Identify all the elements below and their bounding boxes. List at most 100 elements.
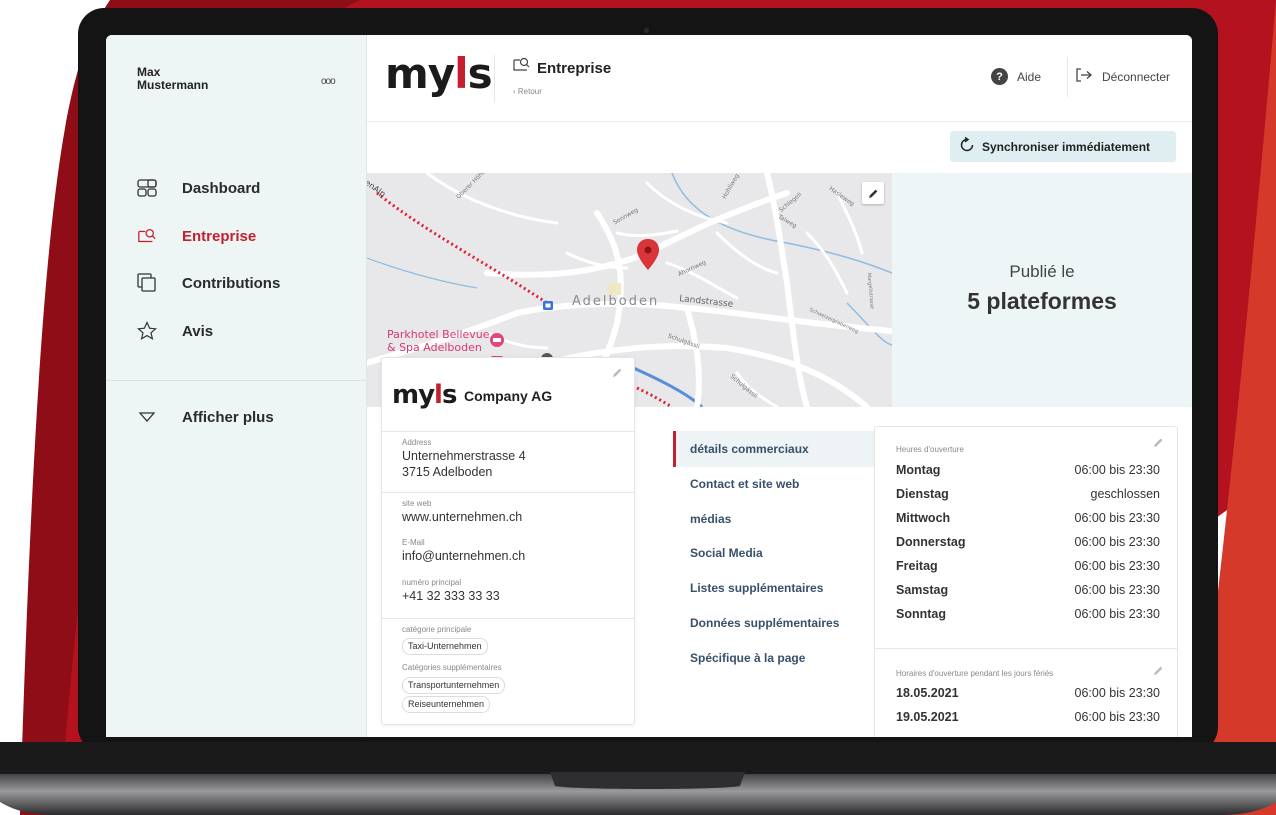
company-icon bbox=[513, 57, 531, 78]
sync-label: Synchroniser immédiatement bbox=[982, 139, 1151, 154]
opening-hours-card: Heures d'ouverture Montag 06:00 bis 23:3… bbox=[874, 426, 1178, 654]
tab-additional-lists[interactable]: Listes supplémentaires bbox=[690, 581, 823, 595]
hours-day: Samstag bbox=[896, 583, 949, 597]
hours-time: 06:00 bis 23:30 bbox=[1074, 607, 1161, 621]
logo-part-3: s bbox=[467, 49, 493, 98]
category-chip: Transportunternehmen bbox=[402, 677, 506, 694]
tab-contact-website[interactable]: Contact et site web bbox=[690, 477, 799, 491]
hours-day: Donnerstag bbox=[896, 535, 966, 549]
laptop-base bbox=[0, 742, 1276, 815]
chevron-down-icon bbox=[137, 407, 157, 427]
header-divider bbox=[1067, 57, 1068, 97]
tab-page-specific[interactable]: Spécifique à la page bbox=[690, 651, 805, 665]
page-title: Entreprise bbox=[537, 60, 612, 77]
address-label: Address bbox=[402, 438, 432, 447]
category-chip: Reiseunternehmen bbox=[402, 696, 491, 713]
top-header: myls Entreprise ‹ Retour ? Aide Déconnec… bbox=[367, 35, 1192, 122]
edit-hours-icon[interactable] bbox=[1153, 435, 1164, 453]
map-poi-label-2: & Spa Adelboden bbox=[387, 341, 482, 354]
logout-icon bbox=[1076, 68, 1092, 85]
company-card: myls Company AG Address Unternehmerstras… bbox=[381, 357, 635, 725]
user-name[interactable]: Max Mustermann bbox=[137, 66, 257, 92]
edit-map-button[interactable] bbox=[862, 182, 884, 204]
sidebar-item-dashboard[interactable]: Dashboard bbox=[137, 176, 260, 200]
main-category-label: catégorie principale bbox=[402, 625, 472, 634]
hours-time: 06:00 bis 23:30 bbox=[1074, 463, 1161, 477]
hours-day: Sonntag bbox=[896, 607, 946, 621]
star-icon bbox=[137, 321, 157, 341]
sidebar-item-label: Dashboard bbox=[182, 179, 261, 197]
logout-button[interactable]: Déconnecter bbox=[1076, 68, 1170, 85]
company-card-header: myls Company AG bbox=[382, 358, 634, 432]
sidebar-item-label: Contributions bbox=[182, 274, 281, 292]
category-chip: Taxi-Unternehmen bbox=[402, 638, 488, 655]
sidebar-divider bbox=[106, 380, 366, 381]
holiday-date: 18.05.2021 bbox=[896, 686, 959, 700]
hours-time: 06:00 bis 23:30 bbox=[1074, 583, 1161, 597]
published-count: 5 plateformes bbox=[967, 288, 1117, 314]
logout-label: Déconnecter bbox=[1102, 69, 1171, 84]
logo-part-1: my bbox=[385, 49, 455, 98]
contact-section: site web www.unternehmen.ch E-Mail info@… bbox=[382, 492, 634, 619]
back-link[interactable]: ‹ Retour bbox=[513, 87, 542, 96]
tab-business-details[interactable]: détails commerciaux bbox=[690, 442, 809, 456]
sync-icon bbox=[959, 136, 975, 156]
dashboard-icon bbox=[137, 178, 157, 198]
website-value[interactable]: www.unternehmen.ch bbox=[402, 510, 522, 524]
edit-company-icon[interactable] bbox=[612, 365, 623, 383]
categories-section: catégorie principale Taxi-Unternehmen Ca… bbox=[382, 618, 634, 724]
logo-part-3: s bbox=[441, 380, 458, 410]
tab-additional-data[interactable]: Données supplémentaires bbox=[690, 616, 839, 630]
company-name: Company AG bbox=[464, 388, 553, 404]
logo-part-2: l bbox=[454, 49, 468, 98]
published-label: Publié le bbox=[1009, 262, 1075, 281]
tab-media[interactable]: médias bbox=[690, 512, 731, 526]
sidebar-item-contributions[interactable]: Contributions bbox=[137, 271, 280, 295]
map-poi-label-1: Parkhotel Bellevue bbox=[387, 328, 490, 341]
sidebar-item-label: Avis bbox=[182, 322, 214, 340]
hours-time: 06:00 bis 23:30 bbox=[1074, 511, 1161, 525]
hours-time: geschlossen bbox=[1090, 487, 1161, 501]
hours-day: Freitag bbox=[896, 559, 938, 573]
hours-time: 06:00 bis 23:30 bbox=[1074, 535, 1161, 549]
sidebar-item-avis[interactable]: Avis bbox=[137, 319, 213, 343]
holiday-time: 06:00 bis 23:30 bbox=[1074, 686, 1161, 700]
myls-logo[interactable]: myls bbox=[385, 49, 493, 98]
address-line-1: Unternehmerstrasse 4 bbox=[402, 449, 526, 463]
more-options-button[interactable]: ooo bbox=[321, 76, 336, 87]
company-icon bbox=[137, 226, 157, 246]
sidebar-item-entreprise[interactable]: Entreprise bbox=[137, 224, 256, 248]
app-screen: Max Mustermann ooo Dashboard Entreprise … bbox=[106, 35, 1192, 737]
tab-social-media[interactable]: Social Media bbox=[690, 546, 763, 560]
sidebar: Max Mustermann ooo Dashboard Entreprise … bbox=[106, 35, 367, 737]
sidebar-item-label: Entreprise bbox=[182, 227, 257, 245]
help-label: Aide bbox=[1017, 69, 1042, 84]
holiday-hours-card: Horaires d'ouverture pendant les jours f… bbox=[874, 648, 1178, 737]
phone-label: numéro principal bbox=[402, 578, 462, 587]
help-icon: ? bbox=[991, 68, 1008, 85]
show-more-button[interactable]: Afficher plus bbox=[137, 405, 274, 429]
published-panel: Publié le 5 plateformes bbox=[892, 173, 1192, 407]
camera-dot bbox=[644, 28, 649, 33]
email-label: E-Mail bbox=[402, 538, 425, 547]
logo-part-1: my bbox=[392, 380, 435, 410]
edit-holiday-hours-icon[interactable] bbox=[1153, 663, 1164, 681]
hours-day: Mittwoch bbox=[896, 511, 951, 525]
opening-hours-label: Heures d'ouverture bbox=[896, 445, 964, 454]
hours-day: Dienstag bbox=[896, 487, 949, 501]
help-button[interactable]: ? Aide bbox=[991, 68, 1041, 85]
website-label: site web bbox=[402, 499, 432, 508]
map-town-label: Adelboden bbox=[572, 294, 660, 309]
email-value[interactable]: info@unternehmen.ch bbox=[402, 549, 525, 563]
hours-time: 06:00 bis 23:30 bbox=[1074, 559, 1161, 573]
phone-value[interactable]: +41 32 333 33 33 bbox=[402, 589, 500, 603]
address-section: Address Unternehmerstrasse 4 3715 Adelbo… bbox=[382, 431, 634, 493]
sync-now-button[interactable]: Synchroniser immédiatement bbox=[950, 131, 1176, 162]
logo-part-2: l bbox=[434, 380, 443, 410]
address-line-2: 3715 Adelboden bbox=[402, 465, 493, 479]
holiday-time: 06:00 bis 23:30 bbox=[1074, 710, 1161, 724]
holiday-date: 19.05.2021 bbox=[896, 710, 959, 724]
hours-day: Montag bbox=[896, 463, 941, 477]
extra-categories-label: Catégories supplémentaires bbox=[402, 663, 502, 672]
header-divider bbox=[494, 55, 495, 103]
